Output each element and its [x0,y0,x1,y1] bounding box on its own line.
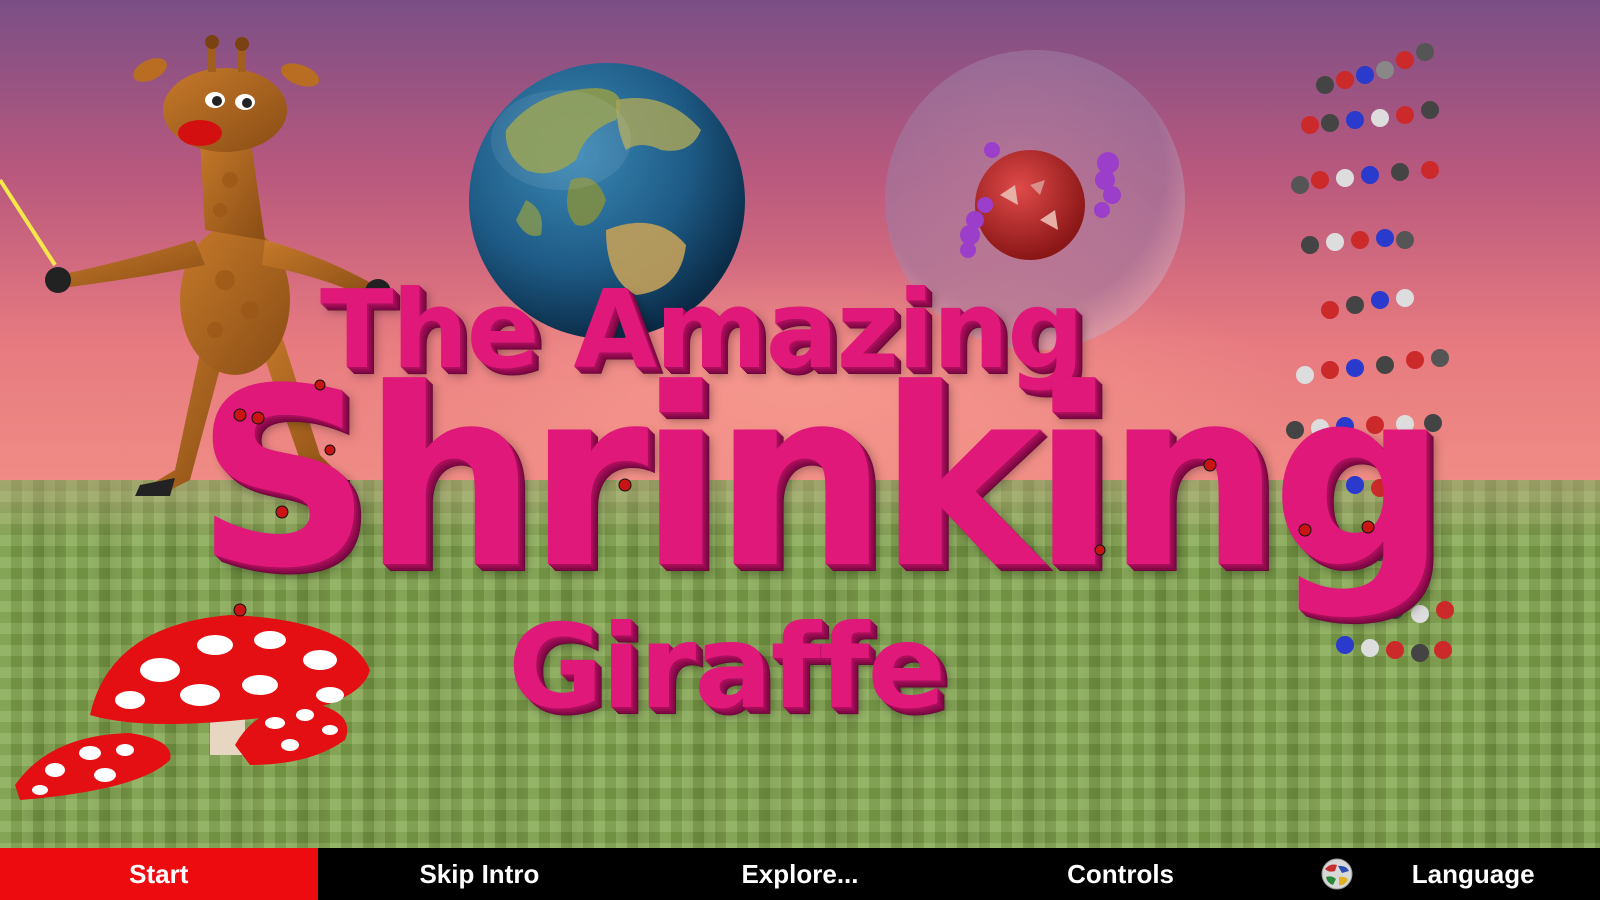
language-button[interactable]: Language [1282,848,1600,900]
language-button-label: Language [1411,858,1535,889]
controls-button[interactable]: Controls [961,848,1280,900]
skip-intro-button[interactable]: Skip Intro [320,848,639,900]
start-button[interactable]: Start [0,848,318,900]
start-button-label: Start [129,858,189,889]
globe-icon [1321,858,1353,890]
explore-button-label: Explore... [741,858,859,889]
explore-button[interactable]: Explore... [641,848,959,900]
skip-intro-button-label: Skip Intro [419,858,540,889]
ladybugs [233,379,1375,617]
main-menu-bar: Start Skip Intro Explore... Controls Lan… [0,848,1600,900]
title-screen: The Amazing Shrinking Giraffe Start Skip… [0,0,1600,900]
controls-button-label: Controls [1067,858,1175,889]
